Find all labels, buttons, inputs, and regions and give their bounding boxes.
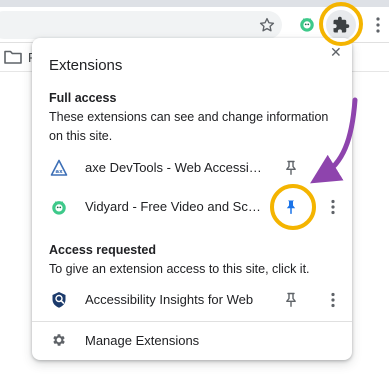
extension-row-axe[interactable]: ax axe DevTools - Web Accessibility Test… (32, 151, 352, 185)
close-icon[interactable]: ✕ (330, 45, 342, 59)
manage-extensions-button[interactable]: Manage Extensions (32, 328, 352, 354)
accessibility-insights-icon (50, 291, 68, 309)
extension-name[interactable]: axe DevTools - Web Accessibility Testing (85, 160, 263, 175)
extensions-menu: Extensions ✕ Full access These extension… (32, 38, 352, 360)
vidyard-icon (50, 198, 68, 216)
extension-name[interactable]: Vidyard - Free Video and Screen Recorder (85, 199, 263, 214)
browser-toolbar (0, 7, 389, 42)
puzzle-icon[interactable] (326, 10, 356, 40)
gear-icon (51, 332, 67, 353)
tab-strip (0, 0, 389, 7)
extensions-menu-title: Extensions (49, 57, 123, 74)
menu-dots-icon[interactable] (370, 14, 386, 36)
access-requested-description: To give an extension access to this site… (49, 262, 310, 276)
star-icon[interactable] (256, 14, 278, 36)
extension-row-vidyard[interactable]: Vidyard - Free Video and Screen Recorder (32, 190, 352, 224)
full-access-description: These extensions can see and change info… (49, 110, 329, 143)
more-vert-icon[interactable] (324, 198, 342, 216)
manage-extensions-label[interactable]: Manage Extensions (85, 333, 199, 348)
menu-divider (32, 321, 352, 322)
vidyard-toolbar-icon[interactable] (296, 13, 318, 35)
access-requested-heading: Access requested (49, 243, 157, 257)
pin-icon[interactable] (283, 292, 299, 308)
full-access-heading: Full access (49, 91, 117, 105)
extension-row-accessibility-insights[interactable]: Accessibility Insights for Web (32, 283, 352, 317)
address-bar[interactable] (0, 11, 282, 39)
extension-name[interactable]: Accessibility Insights for Web (85, 292, 263, 307)
svg-text:ax: ax (55, 169, 63, 175)
folder-icon[interactable] (4, 49, 22, 69)
more-vert-icon[interactable] (324, 291, 342, 309)
pin-icon[interactable] (283, 160, 299, 176)
pin-icon[interactable] (283, 199, 299, 215)
axe-icon: ax (50, 159, 68, 177)
